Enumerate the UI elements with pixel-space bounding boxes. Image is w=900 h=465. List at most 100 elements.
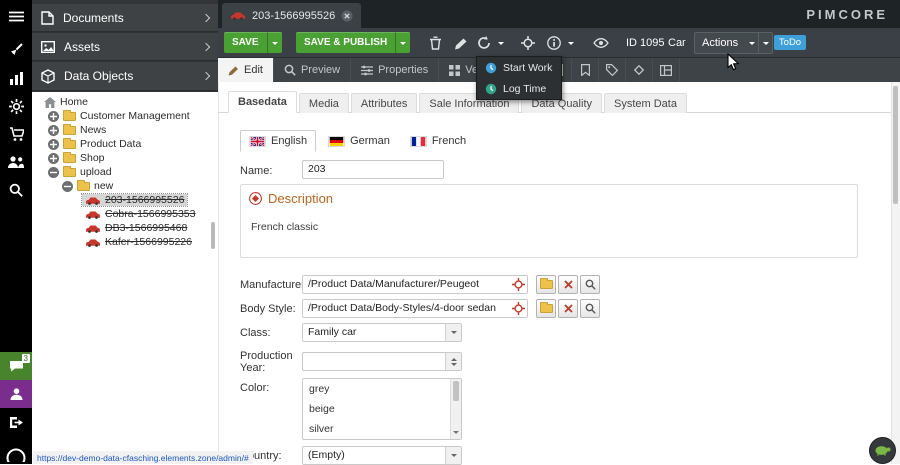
expand-plus-icon[interactable]	[48, 139, 59, 150]
tab-preview[interactable]: Preview	[274, 58, 351, 82]
manufacturer-search-button[interactable]	[580, 275, 600, 294]
collapse-minus-icon[interactable]	[48, 167, 59, 178]
tree-node-home[interactable]: Home	[32, 95, 218, 109]
list-option[interactable]: grey	[303, 379, 461, 399]
menu-item-log-time[interactable]: Log Time	[477, 78, 561, 99]
language-tab-german[interactable]: German	[320, 130, 398, 152]
tree-node-folder-upload[interactable]: upload	[32, 165, 218, 179]
rename-button[interactable]	[449, 32, 471, 54]
tools-icon[interactable]	[0, 38, 32, 62]
list-option[interactable]: beige	[303, 399, 461, 419]
tags-button[interactable]	[599, 58, 626, 82]
tab-attributes[interactable]: Attributes	[351, 93, 417, 113]
sidebar-panel-documents[interactable]: Documents	[32, 4, 218, 32]
ecommerce-cart-icon[interactable]	[0, 122, 32, 146]
relation-target-icon[interactable]	[512, 302, 525, 315]
save-publish-dropdown[interactable]	[395, 32, 410, 53]
tree-node-object[interactable]: DB3-1566995468	[32, 221, 218, 235]
open-preview-button[interactable]	[590, 32, 612, 54]
chat-tile[interactable]: 3	[0, 352, 32, 380]
tab-label: System Data	[614, 98, 677, 110]
collapse-minus-icon[interactable]	[62, 181, 73, 192]
main-scrollbar-thumb[interactable]	[893, 86, 898, 204]
body-style-remove-button[interactable]	[558, 299, 578, 318]
delete-button[interactable]	[424, 32, 446, 54]
color-multiselect[interactable]: grey beige silver	[302, 378, 462, 440]
logout-icon[interactable]	[0, 410, 32, 434]
save-dropdown[interactable]	[267, 32, 282, 53]
info-dropdown[interactable]	[564, 32, 577, 54]
support-turtle-widget[interactable]	[869, 437, 896, 464]
body-style-search-button[interactable]	[580, 299, 600, 318]
chevron-down-icon[interactable]	[445, 324, 461, 341]
locate-in-tree-button[interactable]	[517, 32, 539, 54]
layout-button[interactable]	[653, 58, 680, 82]
language-tab-english[interactable]: English	[240, 130, 316, 152]
manufacturer-remove-button[interactable]	[558, 275, 578, 294]
expand-plus-icon[interactable]	[48, 111, 59, 122]
settings-gear-icon[interactable]	[0, 94, 32, 118]
info-button[interactable]	[543, 32, 565, 54]
expand-plus-icon[interactable]	[48, 153, 59, 164]
tree-node-folder[interactable]: Product Data	[32, 137, 218, 151]
account-tile[interactable]	[0, 380, 32, 408]
tree-node-folder[interactable]: News	[32, 123, 218, 137]
chevron-down-icon[interactable]	[445, 447, 461, 464]
tree-node-folder-new[interactable]: new	[32, 179, 218, 193]
tree-node-label: upload	[80, 166, 112, 178]
reports-icon[interactable]	[0, 66, 32, 90]
manufacturer-input[interactable]: /Product Data/Manufacturer/Peugeot	[302, 275, 528, 294]
list-option[interactable]: silver	[303, 419, 461, 439]
menu-item-start-work[interactable]: Start Work	[477, 57, 561, 78]
scroll-down-icon[interactable]	[453, 431, 459, 437]
tree-node-folder[interactable]: Shop	[32, 151, 218, 165]
workflow-button[interactable]	[626, 58, 653, 82]
production-year-spinner[interactable]	[302, 352, 462, 371]
tab-label: Edit	[244, 64, 263, 76]
object-class-label: Car	[668, 37, 686, 49]
reload-dropdown[interactable]	[494, 32, 507, 54]
manufacturer-open-button[interactable]	[536, 275, 556, 294]
expand-plus-icon[interactable]	[48, 125, 59, 136]
tree-node-folder[interactable]: Customer Management	[32, 109, 218, 123]
customers-icon[interactable]	[0, 150, 32, 174]
save-publish-button[interactable]: SAVE & PUBLISH	[296, 32, 410, 53]
tab-system-data[interactable]: System Data	[604, 93, 687, 113]
reload-button[interactable]	[473, 32, 495, 54]
tree-node-object[interactable]: Kafer-1566995226	[32, 235, 218, 249]
list-scrollbar-thumb[interactable]	[453, 381, 459, 401]
search-icon[interactable]	[0, 178, 32, 202]
tab-media[interactable]: Media	[299, 93, 349, 113]
tree-node-object-selected[interactable]: 203-1566995526	[32, 193, 218, 207]
spinner-arrows[interactable]	[445, 353, 461, 370]
class-select[interactable]: Family car	[302, 323, 462, 342]
save-button[interactable]: SAVE	[224, 32, 282, 53]
tree-node-label: Kafer-1566995226	[105, 236, 192, 248]
description-header[interactable]: Description	[249, 191, 333, 206]
tab-edit[interactable]: Edit	[218, 58, 274, 82]
name-input[interactable]: 203	[302, 160, 444, 179]
description-title: Description	[268, 191, 333, 206]
tree-scrollbar-thumb[interactable]	[211, 222, 215, 249]
actions-split-dropdown[interactable]	[758, 33, 772, 53]
description-text[interactable]: French classic	[251, 221, 318, 233]
actions-button[interactable]: Actions	[694, 32, 773, 54]
list-scrollbar[interactable]	[450, 379, 461, 439]
body-style-open-button[interactable]	[536, 299, 556, 318]
close-icon[interactable]	[341, 10, 353, 22]
menu-icon[interactable]	[0, 4, 32, 28]
body-style-input[interactable]: /Product Data/Body-Styles/4-door sedan	[302, 299, 528, 318]
tab-properties[interactable]: Properties	[351, 58, 439, 82]
mouse-cursor	[727, 53, 740, 72]
relation-target-icon[interactable]	[512, 278, 525, 291]
open-object-tab[interactable]: 203-1566995526	[222, 3, 361, 28]
tree-node-object[interactable]: Cobra-1566995353	[32, 207, 218, 221]
chevron-right-icon	[202, 13, 210, 21]
country-select[interactable]: (Empty)	[302, 446, 462, 465]
car-icon	[230, 11, 246, 20]
tab-basedata[interactable]: Basedata	[228, 91, 297, 113]
sidebar-panel-data-objects[interactable]: Data Objects	[32, 62, 218, 91]
sidebar-panel-assets[interactable]: Assets	[32, 33, 218, 61]
bookmark-button[interactable]	[572, 58, 599, 82]
language-tab-french[interactable]: French	[402, 130, 474, 152]
